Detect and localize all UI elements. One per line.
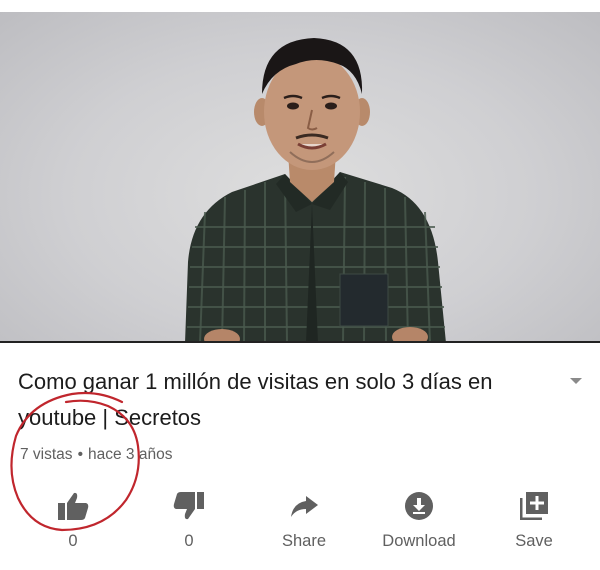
save-button[interactable]: Save xyxy=(479,488,589,551)
share-icon xyxy=(249,488,359,524)
upload-age: hace 3 años xyxy=(88,446,173,463)
video-player[interactable] xyxy=(0,12,600,343)
share-button[interactable]: Share xyxy=(249,488,359,551)
save-label: Save xyxy=(515,532,553,550)
video-title[interactable]: Como ganar 1 millón de visitas en solo 3… xyxy=(18,364,548,436)
save-icon xyxy=(479,488,589,524)
share-label: Share xyxy=(281,532,327,550)
chevron-down-icon[interactable] xyxy=(566,374,586,388)
dislike-count: 0 xyxy=(184,532,194,550)
view-count: 7 vistas xyxy=(20,446,73,463)
download-button[interactable]: Download xyxy=(364,488,474,551)
action-bar: 0 0 Share Download Save xyxy=(0,488,600,558)
video-meta: 7 vistas • hace 3 años xyxy=(20,446,172,464)
like-button[interactable]: 0 xyxy=(18,488,128,551)
download-icon xyxy=(364,488,474,524)
thumbs-up-icon xyxy=(18,488,128,524)
frame-divider xyxy=(0,341,600,343)
meta-separator: • xyxy=(77,446,83,463)
thumbs-down-icon xyxy=(134,488,244,524)
dislike-button[interactable]: 0 xyxy=(134,488,244,551)
video-thumbnail xyxy=(185,38,446,343)
like-count: 0 xyxy=(68,532,78,550)
download-label: Download xyxy=(382,532,456,550)
